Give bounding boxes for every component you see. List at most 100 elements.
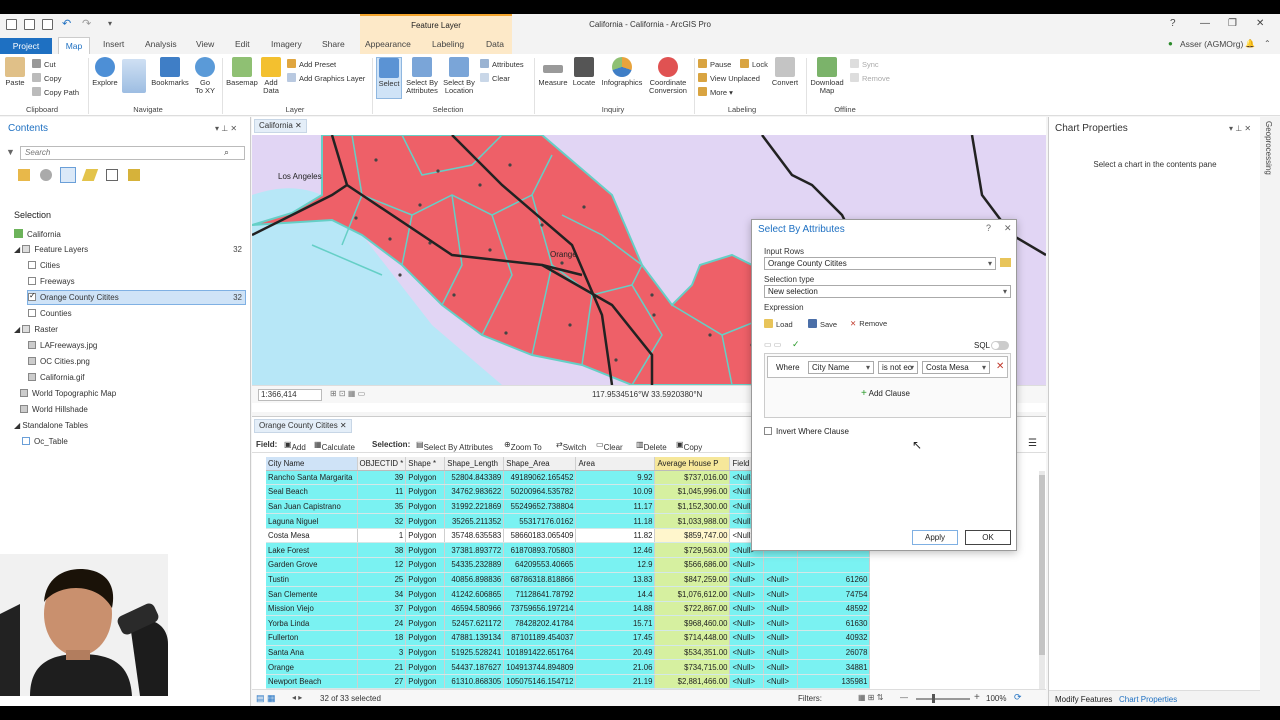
table-cell[interactable]: 52457.621172 <box>444 615 505 632</box>
table-cell[interactable]: 15.71 <box>575 615 656 632</box>
sync-button[interactable]: Sync <box>850 59 879 69</box>
copy-button[interactable]: Copy <box>32 73 62 83</box>
column-header[interactable]: Shape * <box>405 457 446 471</box>
table-tab[interactable]: Orange County Citites ✕ <box>254 419 352 433</box>
table-cell[interactable]: 40932 <box>797 630 871 646</box>
table-cell[interactable]: 64209553.40665 <box>503 557 577 573</box>
table-cell[interactable]: 12.46 <box>575 542 656 559</box>
goto-xy-button[interactable]: Go To XY <box>192 57 218 95</box>
table-cell[interactable]: $566,686.00 <box>654 557 731 573</box>
table-cell[interactable]: 21.19 <box>575 674 656 690</box>
column-header[interactable]: Shape_Length <box>444 457 505 471</box>
table-cell[interactable]: Polygon <box>405 499 446 515</box>
table-cell[interactable]: $714,448.00 <box>654 630 731 646</box>
table-cell[interactable]: 54437.187627 <box>444 659 505 675</box>
table-cell[interactable]: 9.92 <box>575 470 656 486</box>
table-cell[interactable]: 11.82 <box>575 528 656 544</box>
tab-appearance[interactable]: Appearance <box>365 39 411 49</box>
table-cell[interactable]: 14.88 <box>575 601 656 617</box>
map-node[interactable]: California <box>14 229 61 239</box>
tab-analysis[interactable]: Analysis <box>145 39 177 49</box>
table-cell[interactable]: $734,715.00 <box>654 659 731 675</box>
zoom-out-icon[interactable]: — <box>900 693 908 702</box>
table-cell[interactable]: 31992.221869 <box>444 499 505 515</box>
tab-project[interactable]: Project <box>0 38 52 54</box>
table-cell[interactable]: $859,747.00 <box>654 528 731 544</box>
value-dropdown[interactable]: Costa Mesa <box>922 361 990 374</box>
feature-layers-group[interactable]: ◢ Feature Layers <box>14 245 88 254</box>
scale-box[interactable]: 1:366,414 <box>258 389 322 401</box>
table-cell[interactable]: Polygon <box>405 586 446 602</box>
select-by-attributes-table-button[interactable]: ▤ Select By Attributes <box>416 440 493 452</box>
table-row[interactable]: Fullerton 18 Polygon 47881.139134 87101189.4… <box>266 630 871 646</box>
table-row[interactable]: Orange 21 Polygon 54437.187627 104913744.894… <box>266 659 871 675</box>
tab-edit[interactable]: Edit <box>235 39 250 49</box>
table-cell[interactable]: 68786318.818866 <box>503 572 577 588</box>
remove-offline-button[interactable]: Remove <box>850 73 890 83</box>
labeling-view-icon[interactable] <box>128 169 140 181</box>
table-cell[interactable]: 41242.606865 <box>444 586 505 602</box>
copy-path-button[interactable]: Copy Path <box>32 87 79 97</box>
table-cell[interactable]: San Clemente <box>266 586 358 602</box>
table-cell[interactable]: 54335.232889 <box>444 557 505 573</box>
measure-button[interactable]: Measure <box>538 57 568 87</box>
chart-pane-options-icon[interactable]: ▾ ⊥ ✕ <box>1229 124 1251 133</box>
table-cell[interactable]: $968,460.00 <box>654 615 731 632</box>
copy-rows-button[interactable]: ▣ Copy <box>676 440 702 452</box>
table-cell[interactable]: 32 <box>357 513 407 529</box>
help-icon[interactable]: ? <box>1170 18 1176 29</box>
table-cell[interactable]: 40856.898836 <box>444 572 505 588</box>
input-rows-dropdown[interactable]: Orange County Citites <box>764 257 996 270</box>
table-cell[interactable]: 21.06 <box>575 659 656 675</box>
user-name[interactable]: Asser (AGMOrg) <box>1180 39 1243 49</box>
tab-share[interactable]: Share <box>322 39 345 49</box>
table-row[interactable]: Garden Grove 12 Polygon 54335.232889 6420955… <box>266 557 871 573</box>
table-cell[interactable]: <Null> <box>729 557 765 573</box>
table-cell[interactable]: 35748.635583 <box>444 528 505 544</box>
table-cell[interactable]: Polygon <box>405 630 446 646</box>
cut-button[interactable]: Cut <box>32 59 56 69</box>
pause-labeling-button[interactable]: Pause <box>698 59 731 69</box>
pane-options-icon[interactable]: ▾ ⊥ ✕ <box>215 124 237 133</box>
table-cell[interactable]: 101891422.651764 <box>503 645 577 661</box>
save-expression-button[interactable]: Save <box>808 319 837 329</box>
delete-clause-icon[interactable]: ✕ <box>996 361 1004 372</box>
map-tab[interactable]: California ✕ <box>254 119 307 133</box>
notifications-icon[interactable]: 🔔 <box>1245 39 1255 48</box>
table-cell[interactable]: $737,016.00 <box>654 470 731 486</box>
table-row[interactable]: Newport Beach 27 Polygon 61310.868305 105075… <box>266 674 871 690</box>
dialog-help-icon[interactable]: ? <box>986 223 991 233</box>
table-cell[interactable] <box>797 557 871 573</box>
table-cell[interactable]: 58660183.065409 <box>503 528 577 544</box>
tab-view[interactable]: View <box>196 39 214 49</box>
table-row[interactable]: Tustin 25 Polygon 40856.898836 68786318.8188… <box>266 572 871 588</box>
table-cell[interactable]: 51925.528241 <box>444 645 505 661</box>
table-cell[interactable]: 27 <box>357 674 407 690</box>
editing-view-icon[interactable] <box>81 169 99 181</box>
tab-labeling[interactable]: Labeling <box>432 39 464 49</box>
table-cell[interactable]: 35 <box>357 499 407 515</box>
table-cell[interactable]: 73759656.197214 <box>503 601 577 617</box>
table-cell[interactable]: Newport Beach <box>266 674 358 690</box>
table-cell[interactable]: 61310.868305 <box>444 674 505 690</box>
convert-button[interactable]: Convert <box>770 57 800 87</box>
raster-oc[interactable]: OC Cities.png <box>28 357 90 366</box>
table-cell[interactable]: 48592 <box>797 601 871 617</box>
bookmarks-button[interactable]: Bookmarks <box>150 57 190 87</box>
table-cell[interactable]: $1,033,988.00 <box>654 513 731 529</box>
more-labeling-button[interactable]: More ▾ <box>698 87 733 97</box>
table-cell[interactable]: <Null> <box>729 674 765 690</box>
raster-laf[interactable]: LAFreeways.jpg <box>28 341 97 350</box>
paste-button[interactable]: Paste <box>4 57 26 87</box>
layer-cities[interactable]: Cities <box>28 261 60 270</box>
view-unplaced-button[interactable]: View Unplaced <box>698 73 760 83</box>
data-source-icon[interactable] <box>40 169 52 181</box>
clear-button[interactable]: ▭ Clear <box>596 440 623 452</box>
table-cell[interactable]: Polygon <box>405 484 446 500</box>
table-cell[interactable]: 78428202.41784 <box>503 615 577 632</box>
select-by-location-button[interactable]: Select By Location <box>442 57 476 95</box>
table-cell[interactable]: 12.9 <box>575 557 656 573</box>
table-cell[interactable]: $1,076,612.00 <box>654 586 731 602</box>
table-row[interactable]: Mission Viejo 37 Polygon 46594.580966 737596… <box>266 601 871 617</box>
table-cell[interactable]: 11.18 <box>575 513 656 529</box>
